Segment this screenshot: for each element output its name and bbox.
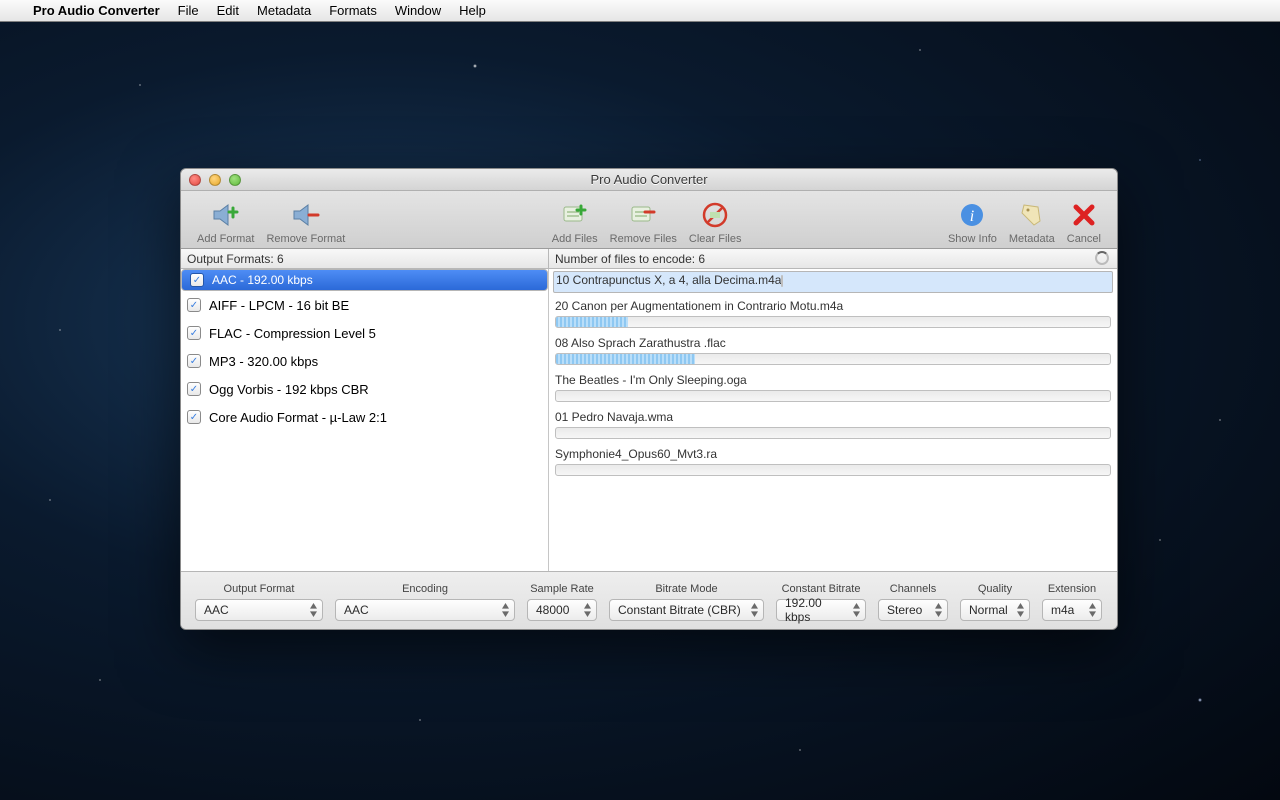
file-minus-icon bbox=[626, 199, 660, 231]
app-window: Pro Audio Converter Add Format Remove Fo… bbox=[180, 168, 1118, 630]
format-label: FLAC - Compression Level 5 bbox=[209, 326, 376, 341]
file-name: The Beatles - I'm Only Sleeping.oga bbox=[555, 373, 1111, 387]
toolbar-label: Remove Format bbox=[266, 233, 345, 245]
toolbar-label: Show Info bbox=[948, 233, 997, 245]
app-menu[interactable]: Pro Audio Converter bbox=[24, 0, 169, 22]
formats-list: ✓ AAC - 192.00 kbps ✓ AIFF - LPCM - 16 bit … bbox=[181, 269, 549, 571]
toolbar-label: Add Files bbox=[552, 233, 598, 245]
menu-edit[interactable]: Edit bbox=[208, 0, 248, 22]
svg-text:i: i bbox=[970, 208, 974, 225]
progress-bar bbox=[555, 353, 1111, 365]
format-row[interactable]: ✓ AAC - 192.00 kbps bbox=[181, 269, 548, 291]
tag-icon bbox=[1015, 199, 1049, 231]
file-name: 10 Contrapunctus X, a 4, alla Decima.m4a bbox=[556, 273, 781, 287]
format-checkbox[interactable]: ✓ bbox=[187, 410, 201, 424]
menu-file[interactable]: File bbox=[169, 0, 208, 22]
file-name: Symphonie4_Opus60_Mvt3.ra bbox=[555, 447, 1111, 461]
add-files-button[interactable]: Add Files bbox=[546, 199, 604, 245]
output-format-select[interactable]: AAC bbox=[195, 599, 323, 621]
format-checkbox[interactable]: ✓ bbox=[187, 326, 201, 340]
encoding-select[interactable]: AAC bbox=[335, 599, 515, 621]
toolbar-label: Clear Files bbox=[689, 233, 742, 245]
format-row[interactable]: ✓ Core Audio Format - µ-Law 2:1 bbox=[181, 403, 548, 431]
metadata-button[interactable]: Metadata bbox=[1003, 199, 1061, 245]
file-row[interactable]: 10 Contrapunctus X, a 4, alla Decima.m4a bbox=[553, 271, 1113, 293]
progress-bar bbox=[555, 390, 1111, 402]
window-title: Pro Audio Converter bbox=[181, 172, 1117, 187]
format-row[interactable]: ✓ FLAC - Compression Level 5 bbox=[181, 319, 548, 347]
menu-metadata[interactable]: Metadata bbox=[248, 0, 320, 22]
channels-select[interactable]: Stereo bbox=[878, 599, 948, 621]
clear-icon bbox=[698, 199, 732, 231]
format-checkbox[interactable]: ✓ bbox=[187, 298, 201, 312]
titlebar[interactable]: Pro Audio Converter bbox=[181, 169, 1117, 191]
format-label: AAC - 192.00 kbps bbox=[212, 273, 313, 287]
field-label: Sample Rate bbox=[530, 583, 594, 595]
sample-rate-select[interactable]: 48000 bbox=[527, 599, 597, 621]
format-checkbox[interactable]: ✓ bbox=[187, 354, 201, 368]
menu-help[interactable]: Help bbox=[450, 0, 495, 22]
progress-bar bbox=[555, 427, 1111, 439]
toolbar-label: Metadata bbox=[1009, 233, 1055, 245]
toolbar-label: Cancel bbox=[1067, 233, 1101, 245]
progress-bar bbox=[555, 464, 1111, 476]
cancel-button[interactable]: Cancel bbox=[1061, 199, 1107, 245]
file-row[interactable]: The Beatles - I'm Only Sleeping.oga bbox=[555, 373, 1111, 402]
extension-select[interactable]: m4a bbox=[1042, 599, 1102, 621]
field-label: Quality bbox=[978, 583, 1012, 595]
files-count-text: Number of files to encode: 6 bbox=[555, 252, 705, 266]
remove-format-button[interactable]: Remove Format bbox=[260, 199, 351, 245]
file-row[interactable]: 20 Canon per Augmentationem in Contrario… bbox=[555, 299, 1111, 328]
format-label: Core Audio Format - µ-Law 2:1 bbox=[209, 410, 387, 425]
file-name: 20 Canon per Augmentationem in Contrario… bbox=[555, 299, 1111, 313]
field-label: Encoding bbox=[402, 583, 448, 595]
file-plus-icon bbox=[558, 199, 592, 231]
quality-select[interactable]: Normal bbox=[960, 599, 1030, 621]
format-label: AIFF - LPCM - 16 bit BE bbox=[209, 298, 349, 313]
mac-menubar: Pro Audio Converter File Edit Metadata F… bbox=[0, 0, 1280, 22]
toolbar-label: Remove Files bbox=[610, 233, 677, 245]
file-name: 08 Also Sprach Zarathustra .flac bbox=[555, 336, 1111, 350]
format-label: Ogg Vorbis - 192 kbps CBR bbox=[209, 382, 369, 397]
files-count-header: Number of files to encode: 6 bbox=[549, 249, 1117, 269]
file-name: 01 Pedro Navaja.wma bbox=[555, 410, 1111, 424]
menu-formats[interactable]: Formats bbox=[320, 0, 386, 22]
cancel-icon bbox=[1067, 199, 1101, 231]
format-row[interactable]: ✓ MP3 - 320.00 kbps bbox=[181, 347, 548, 375]
field-label: Bitrate Mode bbox=[655, 583, 717, 595]
file-row[interactable]: 01 Pedro Navaja.wma bbox=[555, 410, 1111, 439]
toolbar: Add Format Remove Format Add Files bbox=[181, 191, 1117, 249]
format-row[interactable]: ✓ Ogg Vorbis - 192 kbps CBR bbox=[181, 375, 548, 403]
file-row[interactable]: Symphonie4_Opus60_Mvt3.ra bbox=[555, 447, 1111, 476]
add-format-button[interactable]: Add Format bbox=[191, 199, 260, 245]
remove-files-button[interactable]: Remove Files bbox=[604, 199, 683, 245]
clear-files-button[interactable]: Clear Files bbox=[683, 199, 748, 245]
field-label: Constant Bitrate bbox=[782, 583, 861, 595]
activity-spinner-icon bbox=[1095, 251, 1109, 265]
progress-bar bbox=[781, 275, 783, 287]
speaker-plus-icon bbox=[209, 199, 243, 231]
constant-bitrate-select[interactable]: 192.00 kbps bbox=[776, 599, 866, 621]
format-checkbox[interactable]: ✓ bbox=[190, 273, 204, 287]
field-label: Extension bbox=[1048, 583, 1096, 595]
file-row[interactable]: 08 Also Sprach Zarathustra .flac bbox=[555, 336, 1111, 365]
speaker-minus-icon bbox=[289, 199, 323, 231]
files-list: 10 Contrapunctus X, a 4, alla Decima.m4a… bbox=[549, 269, 1117, 571]
info-icon: i bbox=[955, 199, 989, 231]
field-label: Output Format bbox=[224, 583, 295, 595]
format-label: MP3 - 320.00 kbps bbox=[209, 354, 318, 369]
toolbar-label: Add Format bbox=[197, 233, 254, 245]
menu-window[interactable]: Window bbox=[386, 0, 450, 22]
show-info-button[interactable]: i Show Info bbox=[942, 199, 1003, 245]
progress-bar bbox=[555, 316, 1111, 328]
bitrate-mode-select[interactable]: Constant Bitrate (CBR) bbox=[609, 599, 764, 621]
field-label: Channels bbox=[890, 583, 936, 595]
format-checkbox[interactable]: ✓ bbox=[187, 382, 201, 396]
output-formats-header: Output Formats: 6 bbox=[181, 249, 549, 269]
settings-bar: Output Format AAC Encoding AAC Sample Ra… bbox=[181, 571, 1117, 629]
format-row[interactable]: ✓ AIFF - LPCM - 16 bit BE bbox=[181, 291, 548, 319]
